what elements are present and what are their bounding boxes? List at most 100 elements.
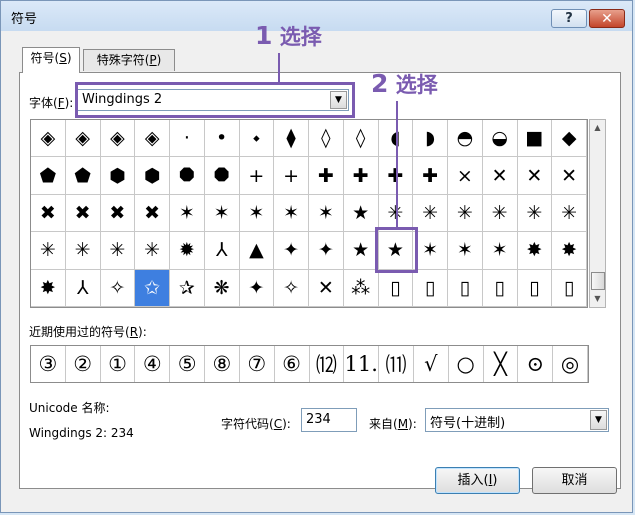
symbol-cell[interactable]: ⅄: [204, 232, 240, 270]
symbol-cell[interactable]: ✰: [170, 269, 205, 307]
symbol-cell[interactable]: ✚: [413, 157, 448, 195]
symbol-cell[interactable]: ⯃: [204, 157, 240, 195]
symbol-cell[interactable]: ✶: [239, 194, 275, 233]
symbol-cell[interactable]: ▯: [552, 269, 587, 307]
symbol-cell[interactable]: ▯: [517, 269, 553, 307]
symbol-cell[interactable]: ✳: [31, 232, 66, 270]
symbol-cell[interactable]: ✶: [204, 194, 240, 233]
symbol-cell[interactable]: ◆: [552, 120, 587, 158]
symbol-cell[interactable]: ⬩: [239, 120, 275, 158]
symbol-cell[interactable]: ✳: [65, 232, 101, 270]
symbol-cell[interactable]: ★: [343, 194, 379, 233]
recent-symbol-cell[interactable]: ⑾: [379, 346, 414, 382]
symbol-cell[interactable]: ✸: [517, 232, 553, 270]
symbol-cell[interactable]: ⬢: [100, 157, 136, 195]
symbol-cell[interactable]: ▯: [482, 269, 518, 307]
recent-symbol-cell[interactable]: ⑥: [275, 346, 310, 382]
symbol-cell[interactable]: ✳: [517, 194, 553, 233]
symbol-scrollbar[interactable]: ▲ ▼: [589, 119, 606, 308]
help-button[interactable]: ?: [551, 9, 587, 28]
symbol-cell[interactable]: ★: [343, 232, 379, 270]
symbol-cell[interactable]: ▯: [378, 269, 414, 307]
symbol-cell[interactable]: ·: [170, 120, 205, 158]
symbol-cell[interactable]: ◗: [413, 120, 448, 158]
symbol-cell[interactable]: ✳: [482, 194, 518, 233]
symbol-cell[interactable]: ❋: [204, 269, 240, 307]
symbol-cell[interactable]: ✧: [100, 269, 136, 307]
symbol-cell[interactable]: ✳: [100, 232, 136, 270]
symbol-cell[interactable]: ◒: [482, 120, 518, 158]
symbol-cell[interactable]: ✳: [135, 232, 170, 270]
symbol-cell[interactable]: ✚: [343, 157, 379, 195]
symbol-cell[interactable]: ✧: [274, 269, 309, 307]
symbol-cell[interactable]: ⧫: [274, 120, 309, 158]
scroll-up-icon[interactable]: ▲: [590, 120, 605, 136]
symbol-cell[interactable]: ⅄: [65, 269, 101, 307]
symbol-cell[interactable]: ✖: [65, 194, 101, 233]
char-code-input[interactable]: 234: [301, 408, 357, 432]
symbol-cell[interactable]: ✖: [100, 194, 136, 233]
symbol-cell[interactable]: ✳: [448, 194, 483, 233]
symbol-cell[interactable]: ✶: [309, 194, 344, 233]
symbol-cell[interactable]: ✳: [413, 194, 448, 233]
chevron-down-icon[interactable]: ▼: [590, 410, 607, 430]
from-select[interactable]: 符号(十进制) ▼: [425, 408, 609, 432]
recent-symbol-cell[interactable]: 11.: [344, 346, 380, 382]
symbol-cell[interactable]: ◈: [100, 120, 136, 158]
recent-symbol-cell[interactable]: ②: [66, 346, 101, 382]
symbol-cell[interactable]: ✶: [170, 194, 205, 233]
recent-symbol-cell[interactable]: ╳: [484, 346, 519, 382]
recent-symbol-cell[interactable]: ③: [31, 346, 66, 382]
recent-symbol-cell[interactable]: ⑤: [170, 346, 206, 382]
recent-symbol-cell[interactable]: ①: [101, 346, 136, 382]
symbol-cell[interactable]: ⬟: [31, 157, 66, 195]
recent-symbol-cell[interactable]: ◎: [553, 346, 588, 382]
recent-symbol-cell[interactable]: ⑧: [205, 346, 240, 382]
symbol-cell[interactable]: ✦: [239, 269, 275, 307]
recent-symbol-cell[interactable]: √: [414, 346, 449, 382]
symbol-cell[interactable]: ⬟: [65, 157, 101, 195]
tab-symbols[interactable]: 符号(S): [22, 47, 80, 73]
symbol-cell[interactable]: ✦: [274, 232, 309, 270]
symbol-cell[interactable]: ◈: [31, 120, 66, 158]
cancel-button[interactable]: 取消: [532, 467, 617, 494]
symbol-cell[interactable]: ◈: [65, 120, 101, 158]
symbol-cell[interactable]: ⬢: [135, 157, 170, 195]
recent-symbol-cell[interactable]: ④: [135, 346, 171, 382]
symbol-cell[interactable]: ✳: [552, 194, 587, 233]
symbol-cell[interactable]: ■: [517, 120, 553, 158]
symbol-cell[interactable]: ✖: [31, 194, 66, 233]
symbol-cell[interactable]: ⁂: [343, 269, 379, 307]
recent-symbol-cell[interactable]: ⊙: [518, 346, 554, 382]
symbol-cell[interactable]: ✶: [413, 232, 448, 270]
symbol-cell[interactable]: •: [204, 120, 240, 158]
symbol-cell[interactable]: ✚: [309, 157, 344, 195]
symbol-cell[interactable]: ✖: [135, 194, 170, 233]
symbol-cell[interactable]: ▯: [448, 269, 483, 307]
symbol-cell[interactable]: ✸: [31, 269, 66, 307]
symbol-cell[interactable]: ◈: [135, 120, 170, 158]
symbol-cell[interactable]: ✕: [309, 269, 344, 307]
symbol-cell[interactable]: ×: [448, 157, 483, 195]
symbol-cell[interactable]: ✕: [482, 157, 518, 195]
symbol-cell[interactable]: ✕: [517, 157, 553, 195]
recent-symbol-cell[interactable]: ○: [449, 346, 484, 382]
symbol-cell-selected[interactable]: ✩: [135, 269, 170, 307]
symbol-cell[interactable]: ✶: [274, 194, 309, 233]
close-button[interactable]: ✕: [589, 9, 625, 28]
symbol-cell[interactable]: ▲: [239, 232, 275, 270]
symbol-cell[interactable]: +: [274, 157, 309, 195]
scroll-thumb[interactable]: [591, 272, 605, 290]
symbol-cell[interactable]: +: [239, 157, 275, 195]
insert-button[interactable]: 插入(I): [435, 467, 520, 494]
symbol-cell[interactable]: ✕: [552, 157, 587, 195]
symbol-cell[interactable]: ✸: [552, 232, 587, 270]
symbol-cell[interactable]: ◓: [448, 120, 483, 158]
symbol-cell[interactable]: ✦: [309, 232, 344, 270]
recent-symbol-cell[interactable]: ⑿: [310, 346, 345, 382]
symbol-cell[interactable]: ⯃: [170, 157, 205, 195]
recent-symbol-cell[interactable]: ⑦: [240, 346, 275, 382]
scroll-down-icon[interactable]: ▼: [590, 291, 605, 307]
symbol-cell[interactable]: ✶: [448, 232, 483, 270]
symbol-cell[interactable]: ✶: [482, 232, 518, 270]
